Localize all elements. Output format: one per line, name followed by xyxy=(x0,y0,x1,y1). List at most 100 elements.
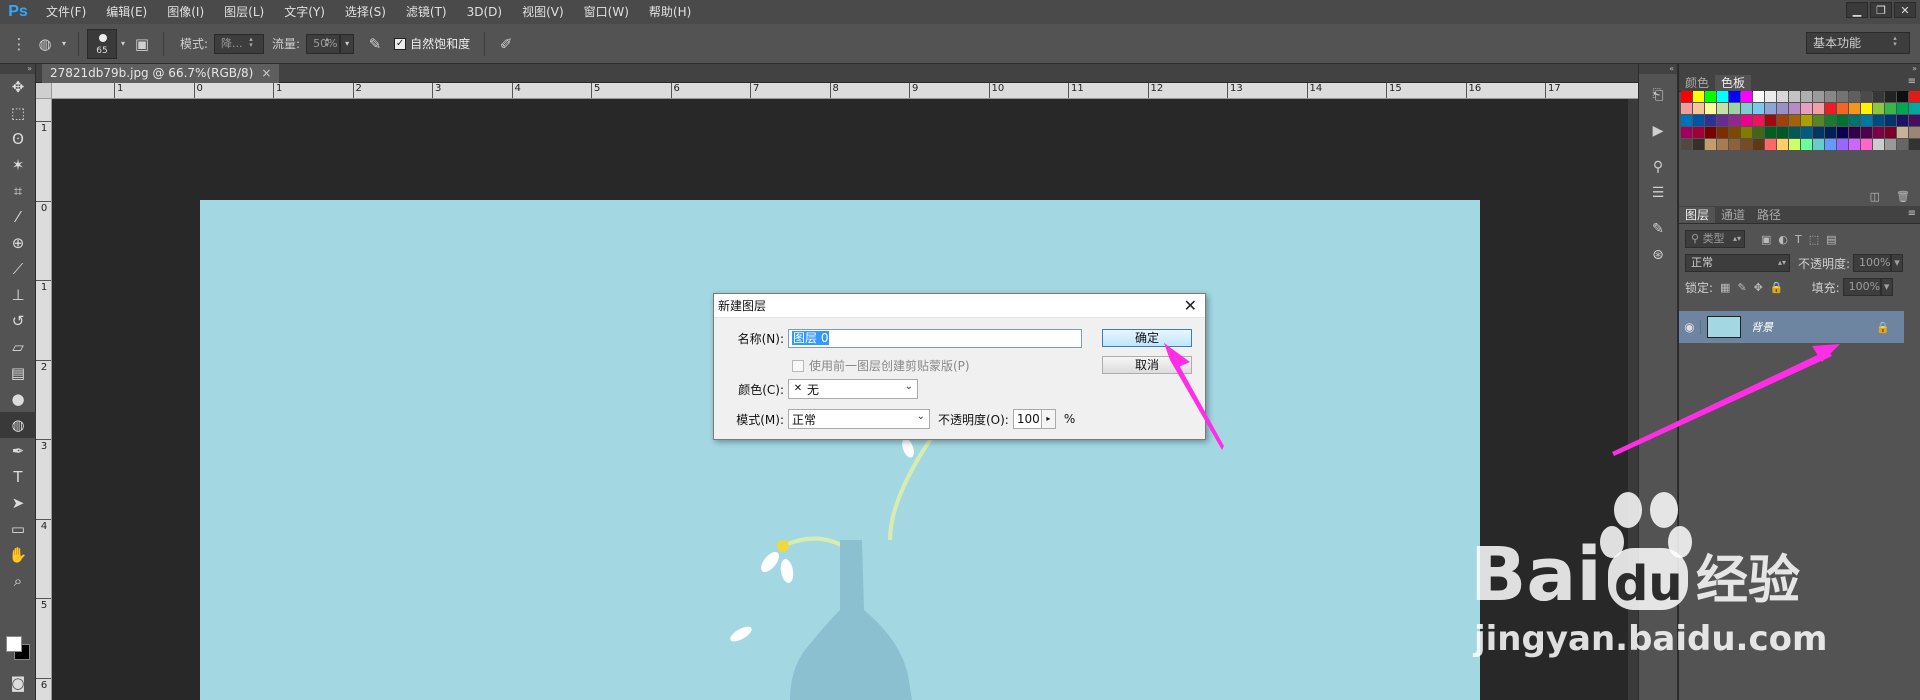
color-swatch[interactable] xyxy=(1693,91,1704,102)
hand-tool-icon[interactable]: ✋ xyxy=(0,542,36,568)
tool-preset-dropdown-icon[interactable]: ▾ xyxy=(58,32,70,56)
blend-mode-select[interactable]: 正常 ▴▾ xyxy=(1685,254,1790,272)
color-swatch[interactable] xyxy=(1681,103,1692,114)
color-swatch[interactable] xyxy=(1741,115,1752,126)
color-swatch[interactable] xyxy=(1909,127,1920,138)
color-swatch[interactable] xyxy=(1681,115,1692,126)
healing-brush-tool-icon[interactable]: ⊕ xyxy=(0,230,36,256)
crop-tool-icon[interactable]: ⌗ xyxy=(0,178,36,204)
color-select[interactable]: ✕ 无 ⌄ xyxy=(788,379,918,399)
color-swatch[interactable] xyxy=(1693,139,1704,150)
horizontal-ruler[interactable]: 1 0 1 2 3 4 5 6 7 8 9 10 11 12 13 14 15 16 17 xyxy=(36,83,1638,99)
color-swatch[interactable] xyxy=(1753,91,1764,102)
document-image[interactable] xyxy=(200,200,1480,700)
color-swatch[interactable] xyxy=(1705,139,1716,150)
color-swatch[interactable] xyxy=(1897,103,1908,114)
quick-mask-icon[interactable]: ◙ xyxy=(0,670,36,696)
tab-paths[interactable]: 路径 xyxy=(1751,207,1787,223)
color-swatch[interactable] xyxy=(1717,139,1728,150)
filter-kind-select[interactable]: ⚲ 类型 ▴▾ xyxy=(1685,230,1745,248)
color-swatch[interactable] xyxy=(1753,127,1764,138)
brush-panel-icon[interactable]: ▣ xyxy=(129,32,155,56)
close-icon[interactable]: ✕ xyxy=(1894,2,1916,18)
color-swatch[interactable] xyxy=(1885,103,1896,114)
vibrance-checkbox[interactable]: ✓ xyxy=(394,37,407,50)
menu-item[interactable]: 滤镜(T) xyxy=(396,0,457,24)
color-swatch[interactable] xyxy=(1813,115,1824,126)
color-swatch[interactable] xyxy=(1897,127,1908,138)
tab-swatches[interactable]: 色板 xyxy=(1715,75,1752,91)
color-swatch[interactable] xyxy=(1789,127,1800,138)
color-swatch[interactable] xyxy=(1705,127,1716,138)
menu-item[interactable]: 帮助(H) xyxy=(639,0,701,24)
color-swatch[interactable] xyxy=(1753,139,1764,150)
color-swatch[interactable] xyxy=(1873,91,1884,102)
delete-swatch-icon[interactable]: 🗑 xyxy=(1896,190,1910,203)
opacity-input[interactable]: 100% xyxy=(1853,254,1892,272)
sponge-tool-icon[interactable]: ◍ xyxy=(32,32,58,56)
color-swatch[interactable] xyxy=(1861,115,1872,126)
color-swatch[interactable] xyxy=(1789,103,1800,114)
color-swatch[interactable] xyxy=(1765,127,1776,138)
color-swatch[interactable] xyxy=(1849,103,1860,114)
color-swatch[interactable] xyxy=(1849,115,1860,126)
color-swatch[interactable] xyxy=(1789,115,1800,126)
color-swatch[interactable] xyxy=(1765,91,1776,102)
color-swatch[interactable] xyxy=(1909,91,1920,102)
lock-image-icon[interactable]: ✎ xyxy=(1737,281,1746,294)
clipping-mask-checkbox[interactable] xyxy=(792,359,804,372)
color-swatch[interactable] xyxy=(1729,115,1740,126)
color-swatch[interactable] xyxy=(1765,139,1776,150)
rectangle-tool-icon[interactable]: ▭ xyxy=(0,516,36,542)
color-swatch[interactable] xyxy=(1909,103,1920,114)
color-swatch[interactable] xyxy=(1849,127,1860,138)
color-swatch[interactable] xyxy=(1837,127,1848,138)
minimize-icon[interactable]: ▁ xyxy=(1846,2,1868,18)
menu-item[interactable]: 编辑(E) xyxy=(96,0,157,24)
color-swatch[interactable] xyxy=(1753,115,1764,126)
lock-all-icon[interactable]: 🔒 xyxy=(1770,281,1784,294)
fill-dropdown-icon[interactable]: ▾ xyxy=(1880,278,1893,296)
color-swatch[interactable] xyxy=(1813,91,1824,102)
color-swatch[interactable] xyxy=(1813,139,1824,150)
color-swatch[interactable] xyxy=(1753,103,1764,114)
brush-presets-icon[interactable]: ✎ xyxy=(1639,216,1677,242)
color-swatch[interactable] xyxy=(1909,139,1920,150)
color-swatch[interactable] xyxy=(1873,103,1884,114)
color-swatch[interactable] xyxy=(1801,103,1812,114)
color-swatch[interactable] xyxy=(1813,103,1824,114)
menu-item[interactable]: 图像(I) xyxy=(157,0,214,24)
color-swatch[interactable] xyxy=(1741,139,1752,150)
color-swatch[interactable] xyxy=(1777,91,1788,102)
menu-item[interactable]: 文件(F) xyxy=(36,0,96,24)
color-swatch[interactable] xyxy=(1693,103,1704,114)
panel-menu-icon[interactable]: ≡ xyxy=(1908,76,1916,87)
cancel-button[interactable]: 取消 xyxy=(1102,356,1192,374)
lasso-tool-icon[interactable]: ʘ xyxy=(0,126,36,152)
path-selection-tool-icon[interactable]: ➤ xyxy=(0,490,36,516)
lock-transparent-icon[interactable]: ▦ xyxy=(1720,281,1730,294)
lock-position-icon[interactable]: ✥ xyxy=(1754,281,1763,294)
vertical-ruler[interactable]: 1 0 1 2 3 4 5 6 xyxy=(36,99,52,700)
menu-item[interactable]: 文字(Y) xyxy=(274,0,335,24)
color-swatch[interactable] xyxy=(1897,139,1908,150)
color-swatch[interactable] xyxy=(1717,127,1728,138)
color-swatch[interactable] xyxy=(1741,91,1752,102)
color-swatch[interactable] xyxy=(1825,139,1836,150)
pressure-size-icon[interactable]: ✐ xyxy=(493,32,519,56)
opacity-dropdown-icon[interactable]: ▾ xyxy=(1891,254,1904,272)
visibility-eye-icon[interactable]: ◉ xyxy=(1679,320,1701,334)
menu-item[interactable]: 3D(D) xyxy=(457,0,512,24)
color-swatch[interactable] xyxy=(1777,127,1788,138)
color-swatch[interactable] xyxy=(1729,91,1740,102)
fill-input[interactable]: 100% xyxy=(1842,278,1881,296)
ok-button[interactable]: 确定 xyxy=(1102,329,1192,347)
color-swatch[interactable] xyxy=(1801,91,1812,102)
color-swatch[interactable] xyxy=(1873,127,1884,138)
close-document-icon[interactable]: × xyxy=(261,66,271,80)
color-swatch[interactable] xyxy=(1765,115,1776,126)
color-swatch[interactable] xyxy=(1909,115,1920,126)
filter-adjustment-icon[interactable]: ◐ xyxy=(1778,233,1788,246)
color-swatch[interactable] xyxy=(1885,91,1896,102)
brush-tool-icon[interactable]: ⟋ xyxy=(0,256,36,282)
